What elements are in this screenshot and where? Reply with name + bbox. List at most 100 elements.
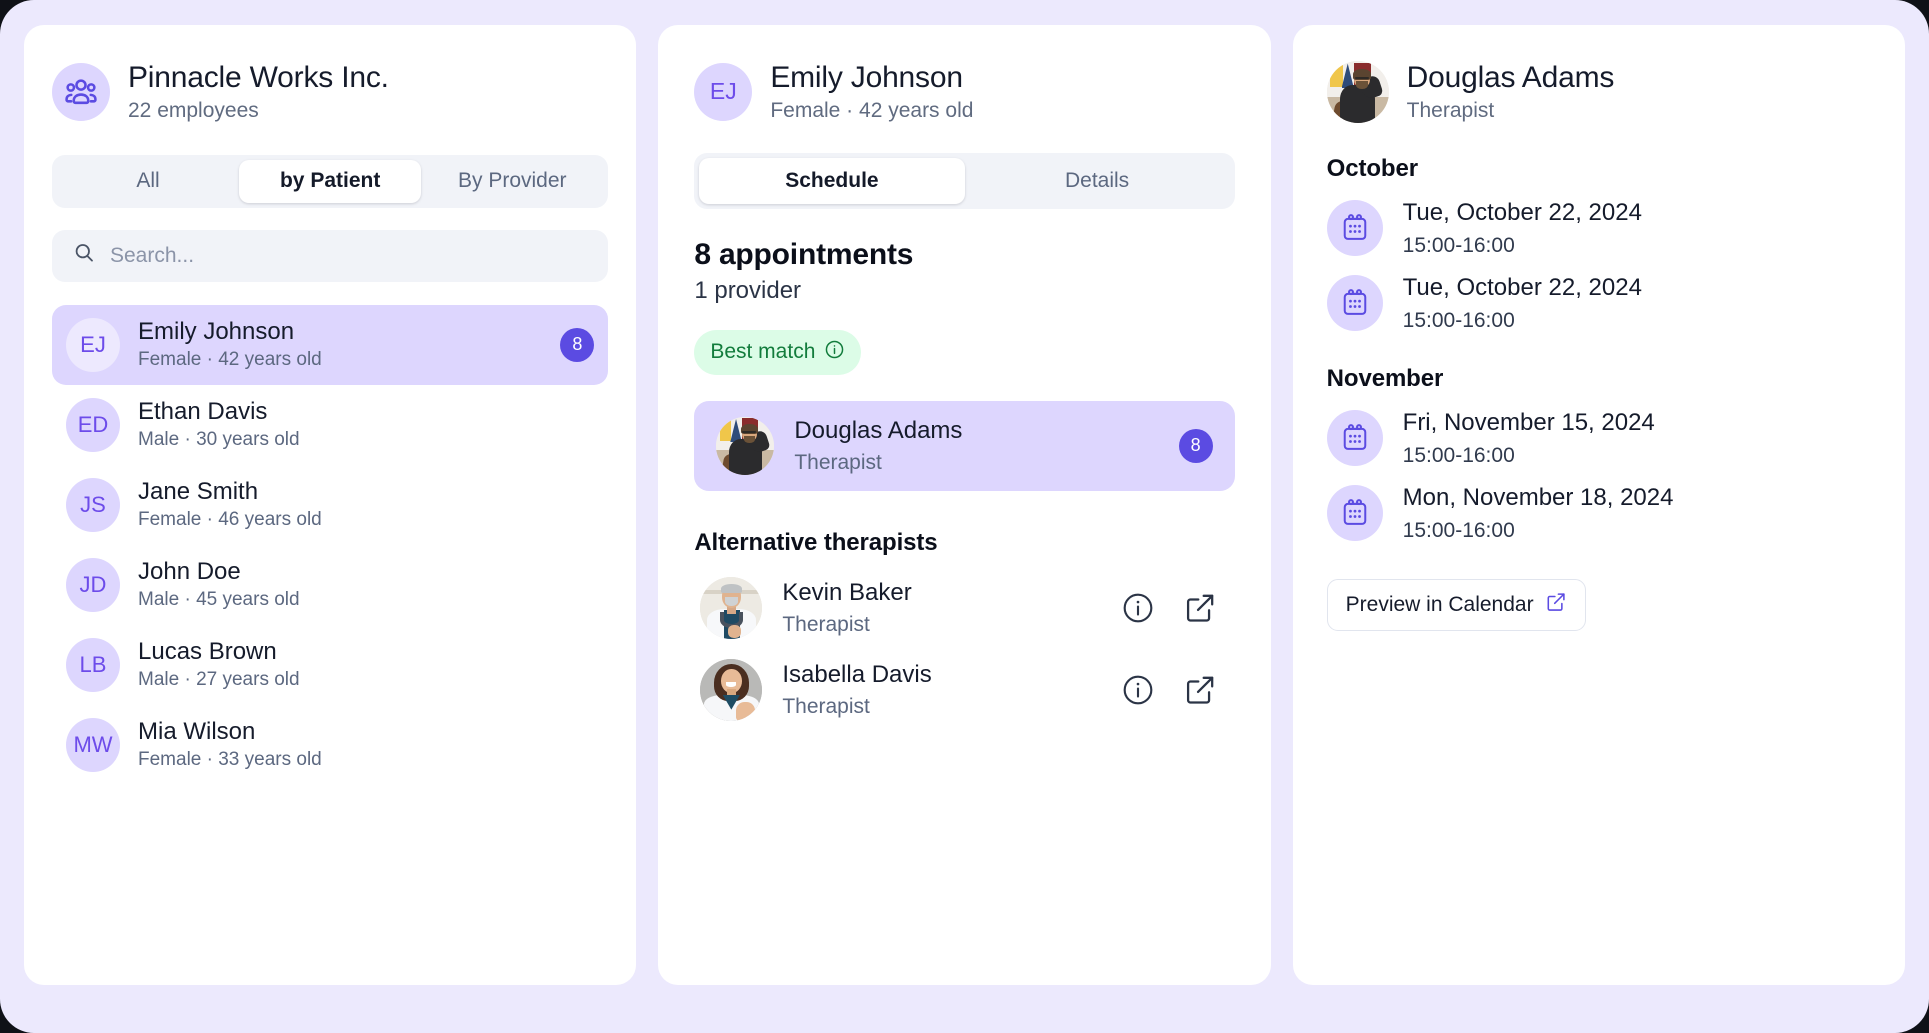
patient-meta: Female · 46 years old (138, 508, 322, 530)
appointment-list-october: Tue, October 22, 2024 15:00-16:00 Tue, O… (1326, 199, 1871, 333)
best-match-label: Best match (710, 340, 816, 364)
patient-name: Jane Smith (138, 477, 259, 505)
appointment-date: Tue, October 22, 2024 (1402, 273, 1642, 301)
kevin-baker-photo (700, 576, 763, 639)
appointment-row[interactable]: Fri, November 15, 2024 15:00-16:00 (1326, 408, 1871, 468)
external-link-icon[interactable] (1183, 591, 1217, 625)
calendar-icon (1326, 200, 1383, 257)
month-heading-november: November (1326, 364, 1444, 392)
calendar-icon (1326, 485, 1383, 542)
organization-employee-count: 22 employees (128, 98, 259, 122)
search-input[interactable] (110, 243, 589, 268)
patient-meta: Male · 27 years old (138, 668, 300, 690)
douglas-adams-photo (1326, 61, 1389, 123)
patient-row-lucas-brown[interactable]: LB Lucas Brown Male · 27 years old (52, 625, 608, 705)
patient-meta: Female · 42 years old (770, 98, 974, 122)
patient-meta: Female · 33 years old (138, 748, 322, 770)
segment-by-patient[interactable]: by Patient (239, 159, 422, 203)
preview-button-label: Preview in Calendar (1345, 592, 1534, 616)
patient-detail-tabs[interactable]: Schedule Details (694, 152, 1235, 209)
therapist-name: Kevin Baker (782, 578, 912, 606)
avatar: EJ (694, 62, 753, 121)
alternative-row-kevin-baker[interactable]: Kevin Baker Therapist (694, 576, 1234, 639)
alternative-therapists-title: Alternative therapists (694, 528, 938, 556)
appointment-time: 15:00-16:00 (1402, 518, 1515, 542)
patient-name: Emily Johnson (770, 61, 963, 94)
segment-all[interactable]: All (57, 160, 239, 203)
search-icon (72, 241, 96, 270)
provider-appointments-panel: Douglas Adams Therapist October Tue, Oct… (1292, 25, 1905, 985)
patient-name: Emily Johnson (138, 317, 295, 345)
calendar-icon (1326, 275, 1383, 332)
appointment-list-november: Fri, November 15, 2024 15:00-16:00 Mon, … (1326, 408, 1871, 543)
provider-name: Douglas Adams (1406, 61, 1615, 95)
info-circle-icon[interactable] (1121, 673, 1155, 707)
patient-row-ethan-davis[interactable]: ED Ethan Davis Male · 30 years old (52, 385, 608, 465)
appointment-date: Tue, October 22, 2024 (1402, 199, 1642, 226)
search-field[interactable] (52, 229, 609, 282)
info-circle-icon[interactable] (1121, 591, 1155, 625)
appointment-count-badge: 8 (560, 327, 595, 362)
tab-schedule[interactable]: Schedule (699, 157, 965, 204)
patient-row-john-doe[interactable]: JD John Doe Male · 45 years old (52, 545, 608, 625)
patient-row-jane-smith[interactable]: JS Jane Smith Female · 46 years old (52, 465, 608, 545)
external-link-icon (1545, 591, 1567, 619)
appointment-time: 15:00-16:00 (1402, 308, 1515, 332)
tab-details[interactable]: Details (965, 158, 1230, 204)
avatar: JS (66, 477, 120, 532)
preview-in-calendar-button[interactable]: Preview in Calendar (1326, 578, 1586, 631)
calendar-icon (1326, 410, 1383, 467)
selected-patient-header: EJ Emily Johnson Female · 42 years old (694, 61, 1234, 123)
patient-name: Mia Wilson (138, 717, 256, 745)
provider-role: Therapist (1406, 98, 1495, 122)
three-panel-layout: Pinnacle Works Inc. 22 employees All by … (0, 0, 1929, 1033)
appointment-time: 15:00-16:00 (1402, 443, 1515, 467)
alternative-therapists-list: Kevin Baker Therapist Isabella Davis The… (694, 576, 1234, 721)
therapist-name: Isabella Davis (782, 660, 932, 688)
avatar: JD (66, 557, 120, 612)
provider-appointment-count-badge: 8 (1178, 428, 1213, 463)
patient-meta: Female · 42 years old (138, 348, 322, 370)
info-circle-icon[interactable] (824, 339, 845, 366)
avatar: ED (66, 397, 120, 452)
therapist-role: Therapist (782, 694, 870, 718)
organization-header: Pinnacle Works Inc. 22 employees (52, 61, 608, 123)
patient-meta: Male · 45 years old (138, 588, 300, 610)
app-root: Pinnacle Works Inc. 22 employees All by … (0, 0, 1929, 1033)
douglas-adams-photo (716, 416, 775, 475)
appointment-row[interactable]: Tue, October 22, 2024 15:00-16:00 (1326, 199, 1871, 258)
organization-name: Pinnacle Works Inc. (128, 61, 389, 94)
patient-name: Ethan Davis (138, 397, 268, 425)
avatar: MW (66, 717, 120, 772)
patients-panel: Pinnacle Works Inc. 22 employees All by … (24, 25, 637, 985)
segment-by-provider[interactable]: By Provider (421, 160, 603, 203)
users-group-icon (52, 62, 110, 121)
patient-filter-segmented-control[interactable]: All by Patient By Provider (52, 154, 609, 208)
patient-row-mia-wilson[interactable]: MW Mia Wilson Female · 33 years old (52, 705, 608, 785)
appointment-date: Mon, November 18, 2024 (1402, 483, 1674, 511)
best-match-badge[interactable]: Best match (694, 329, 862, 375)
month-heading-october: October (1326, 155, 1418, 182)
alternative-row-isabella-davis[interactable]: Isabella Davis Therapist (694, 658, 1234, 721)
avatar: EJ (66, 317, 120, 372)
patient-list: EJ Emily Johnson Female · 42 years old 8… (52, 304, 609, 785)
provider-role: Therapist (794, 450, 882, 474)
appointment-row[interactable]: Tue, October 22, 2024 15:00-16:00 (1326, 273, 1871, 333)
isabella-davis-photo (700, 658, 763, 721)
provider-header: Douglas Adams Therapist (1326, 61, 1871, 123)
assigned-provider-card[interactable]: Douglas Adams Therapist 8 (694, 400, 1235, 491)
external-link-icon[interactable] (1183, 673, 1217, 707)
appointment-time: 15:00-16:00 (1402, 233, 1515, 257)
avatar: LB (66, 637, 120, 692)
patient-name: Lucas Brown (138, 637, 277, 665)
appointment-date: Fri, November 15, 2024 (1402, 408, 1655, 436)
patient-schedule-panel: EJ Emily Johnson Female · 42 years old S… (658, 25, 1271, 985)
providers-count: 1 provider (694, 276, 802, 304)
patient-row-emily-johnson[interactable]: EJ Emily Johnson Female · 42 years old 8 (52, 304, 609, 385)
appointments-count: 8 appointments (694, 237, 914, 271)
appointment-row[interactable]: Mon, November 18, 2024 15:00-16:00 (1326, 483, 1871, 543)
schedule-summary: 8 appointments 1 provider (694, 237, 1234, 306)
patient-meta: Male · 30 years old (138, 428, 300, 450)
provider-name: Douglas Adams (794, 416, 963, 444)
patient-name: John Doe (138, 557, 241, 585)
